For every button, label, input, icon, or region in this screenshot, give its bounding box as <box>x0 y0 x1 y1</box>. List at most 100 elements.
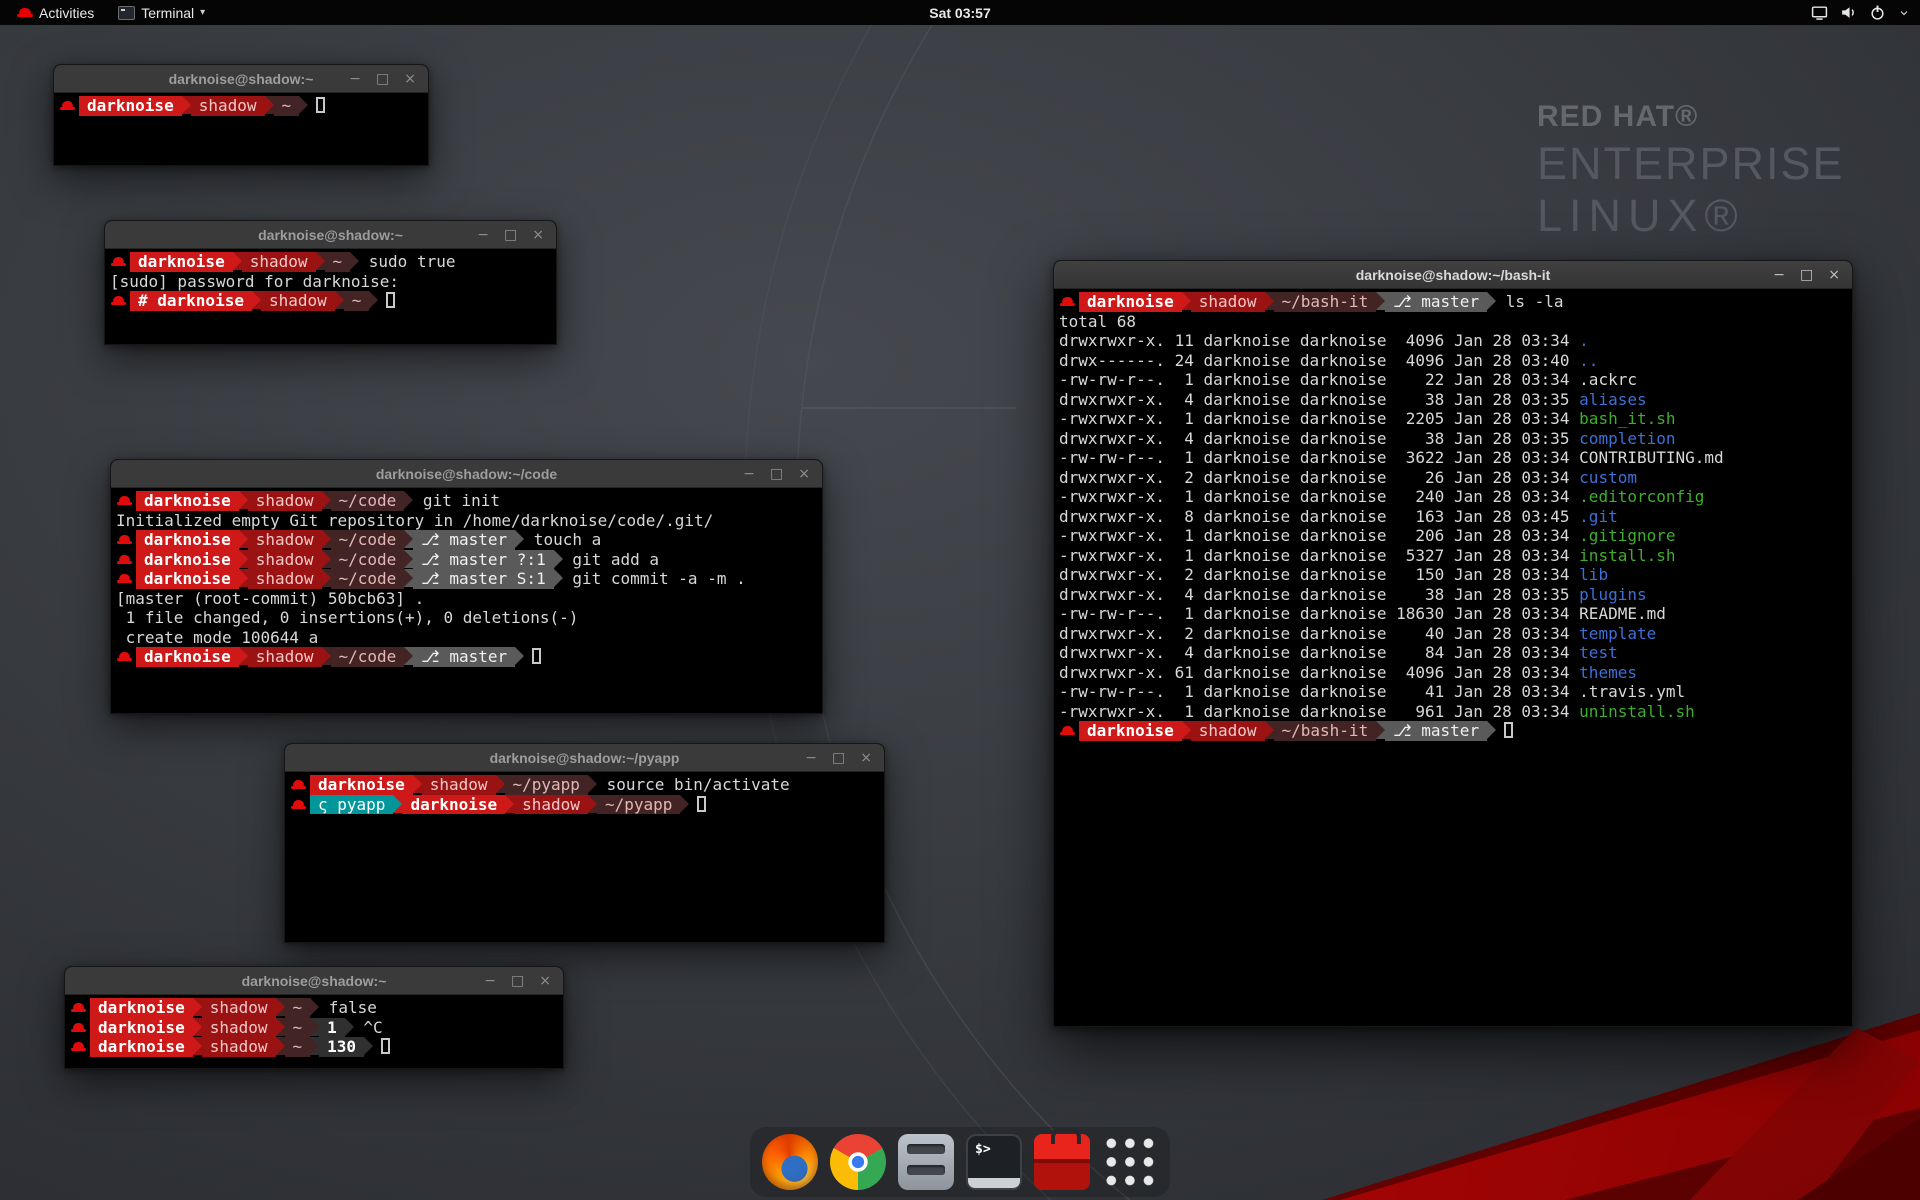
maximize-button[interactable]: □ <box>832 751 845 765</box>
maximize-button[interactable]: □ <box>770 467 783 481</box>
prompt-segment-user: darknoise <box>1079 292 1182 312</box>
terminal-window-sudo: darknoise@shadow:~ − □ × darknoise shadow… <box>104 220 557 345</box>
redhat-prompt-icon <box>117 550 132 570</box>
prompt-segment-host: shadow <box>242 252 316 272</box>
terminal-content[interactable]: darknoiseshadow~/pyapp source bin/activa… <box>285 772 884 942</box>
terminal-content[interactable]: darknoiseshadow~ falsedarknoiseshadow~1 … <box>65 995 563 1068</box>
redhat-prompt-icon <box>117 491 132 511</box>
terminal-text: create mode 100644 a <box>116 628 318 647</box>
powerline-separator-icon <box>496 775 505 793</box>
prompt-segment-user: darknoise <box>90 1037 193 1057</box>
terminal-line: drwxrwxr-x. 4 darknoise darknoise 38 Jan… <box>1059 390 1847 410</box>
maximize-button[interactable]: □ <box>511 974 524 988</box>
prompt-segment-path: ~/code <box>331 491 405 511</box>
redhat-prompt-icon <box>117 647 132 667</box>
terminal-line: darknoiseshadow~/code⎇ master touch a <box>116 530 817 550</box>
titlebar[interactable]: darknoise@shadow:~ − □ × <box>54 65 428 93</box>
terminal-text: ls -la <box>1496 292 1563 311</box>
file-manager-icon[interactable] <box>898 1134 954 1190</box>
titlebar[interactable]: darknoise@shadow:~ − □ × <box>65 967 563 995</box>
close-button[interactable]: × <box>404 72 416 86</box>
redhat-prompt-icon <box>71 1037 86 1057</box>
show-applications-icon[interactable] <box>1102 1134 1158 1190</box>
prompt-segment-user: darknoise <box>1079 721 1182 741</box>
brand-enterprise: ENTERPRISE <box>1537 138 1845 190</box>
prompt-segment-code: 130 <box>319 1037 364 1057</box>
minimize-button[interactable]: − <box>484 974 496 988</box>
display-icon <box>1811 4 1828 21</box>
powerline-separator-icon <box>193 998 202 1016</box>
terminal-text: . <box>1579 331 1589 350</box>
prompt-segment-path: ~/code <box>331 647 405 667</box>
terminal-content[interactable]: darknoiseshadow~ sudo true[sudo] passwor… <box>105 249 556 344</box>
close-button[interactable]: × <box>539 974 551 988</box>
app-menu-terminal[interactable]: Terminal ▾ <box>109 0 214 25</box>
maximize-button[interactable]: □ <box>376 72 389 86</box>
minimize-button[interactable]: − <box>477 228 489 242</box>
minimize-button[interactable]: − <box>743 467 755 481</box>
prompt-segment-host: shadow <box>514 795 588 815</box>
powerline-separator-icon <box>393 795 402 813</box>
clock[interactable]: Sat 03:57 <box>929 5 990 21</box>
powerline-separator-icon <box>369 291 378 309</box>
chrome-icon[interactable] <box>830 1134 886 1190</box>
brand-redhat: RED HAT® <box>1537 100 1845 134</box>
powerline-separator-icon <box>239 530 248 548</box>
window-title: darknoise@shadow:~/bash-it <box>1054 267 1852 283</box>
prompt-segment-host: shadow <box>1191 721 1265 741</box>
terminal-text: drwxrwxr-x. 2 darknoise darknoise 26 Jan… <box>1059 468 1579 487</box>
terminal-cursor <box>697 796 706 812</box>
prompt-segment-host: shadow <box>1191 292 1265 312</box>
prompt-segment-user: darknoise <box>130 252 233 272</box>
system-status-area[interactable] <box>1811 0 1920 25</box>
powerline-separator-icon <box>1182 292 1191 310</box>
terminal-content[interactable]: darknoiseshadow~ <box>54 93 428 165</box>
titlebar[interactable]: darknoise@shadow:~/bash-it − □ × <box>1054 261 1852 289</box>
powerline-separator-icon <box>322 647 331 665</box>
minimize-button[interactable]: − <box>349 72 361 86</box>
titlebar[interactable]: darknoise@shadow:~ − □ × <box>105 221 556 249</box>
close-button[interactable]: × <box>798 467 810 481</box>
powerline-separator-icon <box>515 647 524 665</box>
maximize-button[interactable]: □ <box>1800 268 1813 282</box>
prompt-segment-host: shadow <box>261 291 335 311</box>
toolbox-icon[interactable] <box>1034 1134 1090 1190</box>
wallpaper-brand: RED HAT® ENTERPRISE LINUX® <box>1537 100 1845 242</box>
terminal-text: git init <box>413 491 500 510</box>
terminal-text: drwxrwxr-x. 4 darknoise darknoise 38 Jan… <box>1059 585 1579 604</box>
terminal-launcher-icon[interactable]: $> <box>966 1134 1022 1190</box>
app-menu-label: Terminal <box>141 5 194 21</box>
activities-button[interactable]: Activities <box>8 0 103 25</box>
terminal-content[interactable]: darknoiseshadow~/code git initInitialize… <box>111 488 822 713</box>
prompt-segment-code: 1 <box>319 1018 345 1038</box>
prompt-segment-user: darknoise <box>136 647 239 667</box>
terminal-line: drwxrwxr-x. 2 darknoise darknoise 26 Jan… <box>1059 468 1847 488</box>
titlebar[interactable]: darknoise@shadow:~/code − □ × <box>111 460 822 488</box>
minimize-button[interactable]: − <box>805 751 817 765</box>
terminal-line: -rwxrwxr-x. 1 darknoise darknoise 2205 J… <box>1059 409 1847 429</box>
terminal-text: -rw-rw-r--. 1 darknoise darknoise 41 Jan… <box>1059 682 1685 701</box>
powerline-separator-icon <box>1487 292 1496 310</box>
maximize-button[interactable]: □ <box>504 228 517 242</box>
terminal-line: darknoiseshadow~130 <box>70 1037 558 1057</box>
terminal-window-home-2: darknoise@shadow:~ − □ × darknoiseshadow… <box>64 966 564 1069</box>
terminal-text: aliases <box>1579 390 1646 409</box>
close-button[interactable]: × <box>860 751 872 765</box>
terminal-line: drwxrwxr-x. 8 darknoise darknoise 163 Ja… <box>1059 507 1847 527</box>
terminal-line: [master (root-commit) 50bcb63] . <box>116 589 817 609</box>
firefox-icon[interactable] <box>762 1134 818 1190</box>
terminal-content[interactable]: darknoiseshadow~/bash-it⎇ master ls -lat… <box>1054 289 1852 1026</box>
redhat-logo-icon <box>17 6 33 19</box>
powerline-separator-icon <box>1182 721 1191 739</box>
powerline-separator-icon <box>404 530 413 548</box>
close-button[interactable]: × <box>532 228 544 242</box>
titlebar[interactable]: darknoise@shadow:~/pyapp − □ × <box>285 744 884 772</box>
close-button[interactable]: × <box>1828 268 1840 282</box>
terminal-text: themes <box>1579 663 1637 682</box>
window-title: darknoise@shadow:~/pyapp <box>285 750 884 766</box>
terminal-line: drwxrwxr-x. 4 darknoise darknoise 84 Jan… <box>1059 643 1847 663</box>
powerline-separator-icon <box>239 569 248 587</box>
minimize-button[interactable]: − <box>1773 268 1785 282</box>
terminal-text: sudo true <box>359 252 455 271</box>
terminal-text: -rwxrwxr-x. 1 darknoise darknoise 240 Ja… <box>1059 487 1579 506</box>
